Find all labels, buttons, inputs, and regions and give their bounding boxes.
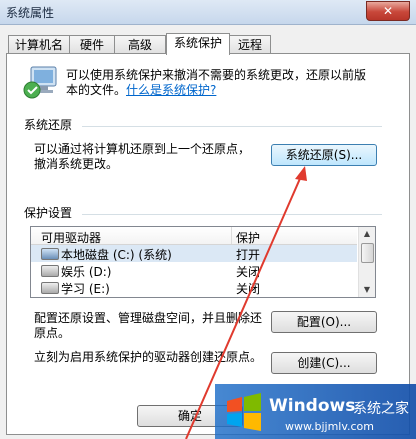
configure-button[interactable]: 配置(O)... (271, 311, 377, 333)
create-text: 立刻为启用系统保护的驱动器创建还原点。 (34, 350, 263, 364)
config-text-line2: 原点。 (34, 326, 71, 340)
drive-protection-status: 打开 (236, 248, 261, 262)
tab-hardware[interactable]: 硬件 (69, 35, 115, 54)
tab-system-protection[interactable]: 系统保护 (166, 33, 230, 55)
drives-list-scrollbar[interactable]: ▲ ▼ (358, 227, 375, 297)
drives-list[interactable]: 可用驱动器 保护 本地磁盘 (C:) (系统) 打开 娱乐 (D:) 关闭 学习… (30, 226, 376, 298)
drive-row-e[interactable]: 学习 (E:) 关闭 (31, 279, 357, 296)
tab-advanced[interactable]: 高级 (114, 35, 166, 54)
column-available-drives[interactable]: 可用驱动器 (41, 229, 101, 246)
scroll-thumb[interactable] (361, 243, 374, 263)
restore-group-label: 系统还原 (24, 118, 73, 132)
what-is-system-protection-link[interactable]: 什么是系统保护? (126, 83, 216, 98)
watermark-url: www.bjjmlv.com (285, 420, 374, 433)
watermark: Windows 系统之家 www.bjjmlv.com (215, 384, 416, 439)
watermark-site-name: 系统之家 (353, 401, 409, 417)
create-button[interactable]: 创建(C)... (271, 352, 377, 374)
drive-icon (41, 265, 59, 277)
drive-name: 学习 (E:) (61, 282, 110, 296)
column-divider (231, 227, 232, 244)
drive-protection-status: 关闭 (236, 282, 261, 296)
config-text-line1: 配置还原设置、管理磁盘空间，并且删除还 (34, 311, 263, 325)
windows-logo-icon (227, 393, 261, 431)
drives-list-header: 可用驱动器 保护 (31, 227, 357, 245)
drive-icon (41, 282, 59, 294)
tab-computer-name[interactable]: 计算机名 (8, 35, 70, 54)
restore-desc-line2: 撤消系统更改。 (34, 157, 119, 171)
system-drive-icon (41, 248, 59, 260)
close-button[interactable]: ✕ (366, 1, 410, 21)
window-title: 系统属性 (6, 6, 55, 20)
system-protection-icon (23, 66, 57, 99)
restore-desc-line1: 可以通过将计算机还原到上一个还原点， (34, 142, 251, 156)
restore-separator (82, 126, 382, 127)
title-bar: 系统属性 ✕ (0, 0, 416, 25)
scroll-up-icon[interactable]: ▲ (359, 227, 375, 241)
drive-name: 娱乐 (D:) (61, 265, 112, 279)
system-restore-button[interactable]: 系统还原(S)... (271, 144, 377, 166)
watermark-brand: Windows (269, 396, 356, 416)
drive-name: 本地磁盘 (C:) (系统) (61, 248, 172, 262)
column-protection[interactable]: 保护 (236, 229, 260, 246)
drive-row-d[interactable]: 娱乐 (D:) 关闭 (31, 262, 357, 279)
scroll-down-icon[interactable]: ▼ (359, 283, 375, 297)
tab-remote[interactable]: 远程 (229, 35, 271, 54)
drive-row-c[interactable]: 本地磁盘 (C:) (系统) 打开 (31, 245, 357, 262)
intro-text-line1: 可以使用系统保护来撤消不需要的系统更改，还原以前版 (66, 68, 367, 82)
protection-separator (82, 214, 382, 215)
intro-text-line2: 本的文件。 (66, 83, 127, 97)
drive-protection-status: 关闭 (236, 265, 261, 279)
protection-group-label: 保护设置 (24, 206, 73, 220)
